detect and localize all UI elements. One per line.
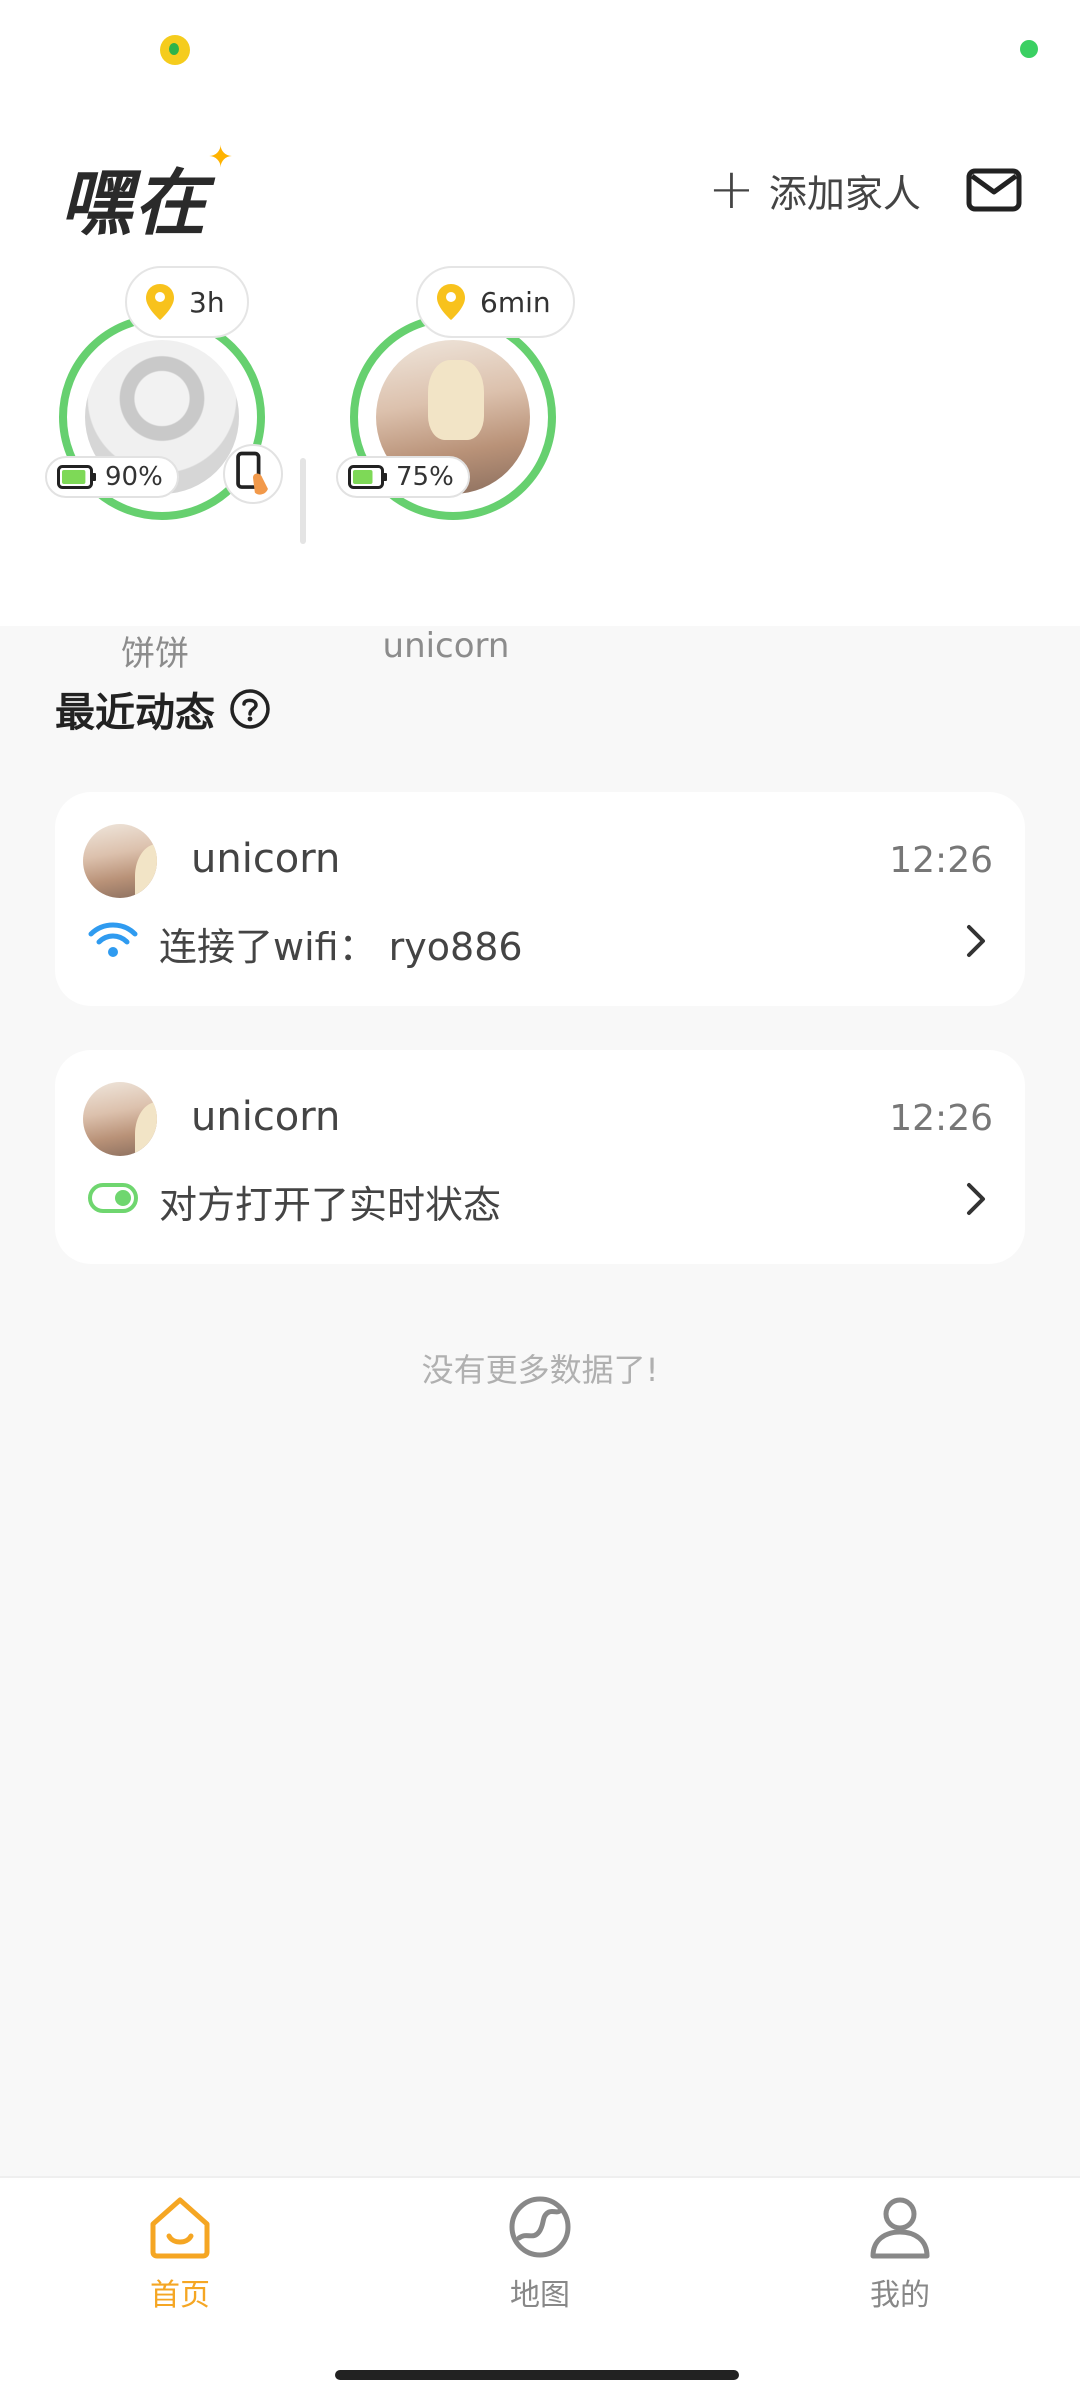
activity-card[interactable]: unicorn 12:26 连接了wifi： ryo886 <box>55 792 1025 1006</box>
avatar <box>83 824 157 898</box>
device-status-badge <box>223 444 283 504</box>
location-pin-icon <box>146 284 174 320</box>
home-icon <box>150 2197 210 2259</box>
person-icon <box>870 2197 930 2259</box>
last-seen-badge: 6min <box>416 266 575 338</box>
nav-mine[interactable]: 我的 <box>800 2192 1000 2314</box>
battery-badge: 90% <box>45 456 179 498</box>
recent-activity-title: 最近动态 <box>55 690 215 736</box>
battery-percent: 90% <box>105 462 163 492</box>
nav-home-label: 首页 <box>150 2278 210 2313</box>
phone-hand-icon <box>236 451 268 495</box>
add-family-label: 添加家人 <box>768 171 921 216</box>
battery-icon <box>57 465 96 489</box>
plus-icon: + <box>708 157 755 222</box>
nav-map[interactable]: 地图 <box>440 2192 640 2314</box>
home-indicator <box>335 2370 739 2380</box>
status-bar <box>0 0 1080 96</box>
map-globe-icon <box>509 2196 571 2258</box>
activity-time: 12:26 <box>889 1098 993 1139</box>
activity-user: unicorn <box>191 1094 341 1140</box>
member-name: unicorn <box>382 626 510 666</box>
mail-icon[interactable] <box>966 168 1022 212</box>
battery-icon <box>348 465 387 489</box>
toggle-on-icon <box>88 1183 138 1213</box>
activity-time: 12:26 <box>889 840 993 881</box>
home-screen: 嘿在 ✦ + 添加家人 3h 90% 饼饼 6min 75% unicorn 最… <box>0 0 1080 2401</box>
nav-map-label: 地图 <box>510 2278 570 2313</box>
battery-badge: 75% <box>336 456 470 498</box>
divider <box>300 458 306 544</box>
app-title: 嘿在 <box>60 161 209 245</box>
activity-card[interactable]: unicorn 12:26 对方打开了实时状态 <box>55 1050 1025 1264</box>
nav-mine-label: 我的 <box>870 2278 930 2313</box>
nav-home[interactable]: 首页 <box>80 2192 280 2314</box>
header: 嘿在 ✦ + 添加家人 3h 90% 饼饼 6min 75% unicorn <box>0 96 1080 674</box>
activity-description: 对方打开了实时状态 <box>159 1183 502 1227</box>
last-seen-badge: 3h <box>125 266 249 338</box>
status-indicator-dot-icon <box>1020 40 1038 58</box>
end-of-list-text: 没有更多数据了! <box>421 1351 659 1389</box>
wifi-icon <box>88 922 138 957</box>
chevron-right-icon <box>967 1183 985 1215</box>
app-notification-icon <box>160 35 190 65</box>
activity-user: unicorn <box>191 836 341 882</box>
last-seen-time: 6min <box>480 285 551 319</box>
help-icon[interactable] <box>229 688 271 730</box>
avatar <box>83 1082 157 1156</box>
chevron-right-icon <box>967 925 985 957</box>
member-name: 饼饼 <box>121 634 189 674</box>
battery-percent: 75% <box>396 462 454 492</box>
sparkle-icon: ✦ <box>208 140 234 175</box>
last-seen-time: 3h <box>189 285 225 319</box>
add-family-button[interactable]: + 添加家人 <box>708 160 921 220</box>
location-pin-icon <box>437 284 465 320</box>
bottom-navigation: 首页 地图 我的 <box>0 2176 1080 2401</box>
activity-description: 连接了wifi： ryo886 <box>159 925 523 969</box>
section-title: 最近动态 <box>55 680 271 738</box>
